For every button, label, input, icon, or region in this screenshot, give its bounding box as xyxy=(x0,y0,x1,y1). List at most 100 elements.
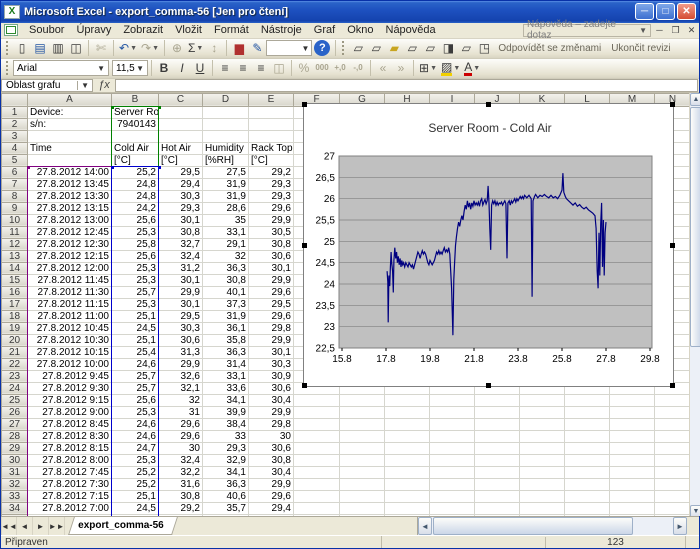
percent-style-icon[interactable]: % xyxy=(295,59,313,77)
cell-A8[interactable]: 27.8.2012 13:30 xyxy=(28,190,112,202)
cell-A21[interactable]: 27.8.2012 10:15 xyxy=(28,346,112,358)
cell-C34[interactable]: 29,2 xyxy=(159,502,203,514)
cell-H31[interactable] xyxy=(385,466,430,478)
comma-style-icon[interactable]: 000 xyxy=(313,59,331,77)
reviewing-icon-8[interactable]: ◳ xyxy=(475,39,493,57)
cell-A16[interactable]: 27.8.2012 11:30 xyxy=(28,286,112,298)
chart-wizard-icon[interactable]: ▆ xyxy=(230,39,248,57)
cell-C7[interactable]: 29,4 xyxy=(159,178,203,190)
cell-C14[interactable]: 31,2 xyxy=(159,262,203,274)
align-right-icon[interactable]: ≡ xyxy=(252,59,270,77)
cell-M28[interactable] xyxy=(610,430,655,442)
autosum-icon[interactable]: Σ▼ xyxy=(186,39,205,57)
cell-D9[interactable]: 28,6 xyxy=(203,202,249,214)
cell-E16[interactable]: 29,6 xyxy=(249,286,294,298)
cell-B9[interactable]: 24,2 xyxy=(112,202,159,214)
cell-I25[interactable] xyxy=(430,394,475,406)
cell-B5[interactable]: [°C] xyxy=(112,154,159,166)
cell-G35[interactable] xyxy=(340,514,385,516)
cell-F28[interactable] xyxy=(294,430,340,442)
cell-E5[interactable]: [°C] xyxy=(249,154,294,166)
chart-resize-handle[interactable] xyxy=(302,102,307,107)
redo-icon[interactable]: ↷▼ xyxy=(139,39,161,57)
row-header-10[interactable]: 10 xyxy=(2,214,28,226)
cell-M34[interactable] xyxy=(610,502,655,514)
reviewing-icon-1[interactable]: ▱ xyxy=(349,39,367,57)
cell-B33[interactable]: 25,1 xyxy=(112,490,159,502)
cell-L25[interactable] xyxy=(565,394,610,406)
cell-M31[interactable] xyxy=(610,466,655,478)
cell-K27[interactable] xyxy=(520,418,565,430)
cell-E34[interactable]: 29,4 xyxy=(249,502,294,514)
cell-N28[interactable] xyxy=(655,430,691,442)
cell-L26[interactable] xyxy=(565,406,610,418)
cell-C19[interactable]: 30,3 xyxy=(159,322,203,334)
row-header-5[interactable]: 5 xyxy=(2,154,28,166)
help-button[interactable]: ? xyxy=(312,39,332,57)
cell-C21[interactable]: 31,3 xyxy=(159,346,203,358)
close-button[interactable]: ✕ xyxy=(677,3,696,20)
cell-F29[interactable] xyxy=(294,442,340,454)
cell-D25[interactable]: 34,1 xyxy=(203,394,249,406)
cell-G34[interactable] xyxy=(340,502,385,514)
cell-A2[interactable]: s/n: xyxy=(28,118,112,130)
cell-A28[interactable]: 27.8.2012 8:30 xyxy=(28,430,112,442)
cell-D32[interactable]: 36,3 xyxy=(203,478,249,490)
cell-D4[interactable]: Humidity xyxy=(203,142,249,154)
cell-N29[interactable] xyxy=(655,442,691,454)
cell-D12[interactable]: 29,1 xyxy=(203,238,249,250)
maximize-button[interactable]: □ xyxy=(656,3,675,20)
cell-B17[interactable]: 25,3 xyxy=(112,298,159,310)
cell-C24[interactable]: 32,1 xyxy=(159,382,203,394)
cell-D3[interactable] xyxy=(203,130,249,142)
fill-color-icon[interactable]: ▨▼ xyxy=(439,59,462,77)
new-icon[interactable]: ▯ xyxy=(13,39,31,57)
cell-A9[interactable]: 27.8.2012 13:15 xyxy=(28,202,112,214)
cell-E9[interactable]: 29,6 xyxy=(249,202,294,214)
cell-H25[interactable] xyxy=(385,394,430,406)
horizontal-scroll-thumb[interactable] xyxy=(433,517,633,535)
cell-I31[interactable] xyxy=(430,466,475,478)
chart-resize-handle[interactable] xyxy=(486,383,491,388)
cell-A18[interactable]: 27.8.2012 11:00 xyxy=(28,310,112,322)
cell-D5[interactable]: [%RH] xyxy=(203,154,249,166)
row-header-34[interactable]: 34 xyxy=(2,502,28,514)
drawing-icon[interactable]: ✎ xyxy=(248,39,266,57)
cell-N35[interactable] xyxy=(655,514,691,516)
cell-C6[interactable]: 29,5 xyxy=(159,166,203,178)
scroll-up-button[interactable]: ▲ xyxy=(690,93,700,106)
cell-C31[interactable]: 32,2 xyxy=(159,466,203,478)
cell-K30[interactable] xyxy=(520,454,565,466)
cell-D22[interactable]: 31,4 xyxy=(203,358,249,370)
increase-decimal-icon[interactable]: +,0 xyxy=(331,59,349,77)
cell-C20[interactable]: 30,6 xyxy=(159,334,203,346)
cell-B28[interactable]: 24,6 xyxy=(112,430,159,442)
cell-I28[interactable] xyxy=(430,430,475,442)
chart-resize-handle[interactable] xyxy=(670,243,675,248)
vertical-scroll-thumb[interactable] xyxy=(690,107,700,347)
cell-D6[interactable]: 27,5 xyxy=(203,166,249,178)
cell-E12[interactable]: 30,8 xyxy=(249,238,294,250)
cell-C32[interactable]: 31,6 xyxy=(159,478,203,490)
workbook-minimize-button[interactable]: ─ xyxy=(652,24,667,37)
cell-E4[interactable]: Rack Top xyxy=(249,142,294,154)
cell-L35[interactable] xyxy=(565,514,610,516)
chart-resize-handle[interactable] xyxy=(670,383,675,388)
row-header-33[interactable]: 33 xyxy=(2,490,28,502)
row-header-35[interactable]: 35 xyxy=(2,514,28,516)
cell-D11[interactable]: 33,1 xyxy=(203,226,249,238)
minimize-button[interactable]: ─ xyxy=(635,3,654,20)
cell-H32[interactable] xyxy=(385,478,430,490)
cell-B10[interactable]: 25,6 xyxy=(112,214,159,226)
cell-A5[interactable] xyxy=(28,154,112,166)
cell-N33[interactable] xyxy=(655,490,691,502)
reviewing-icon-7[interactable]: ▱ xyxy=(457,39,475,57)
cell-J28[interactable] xyxy=(475,430,520,442)
cell-C2[interactable] xyxy=(159,118,203,130)
cell-J32[interactable] xyxy=(475,478,520,490)
cell-A24[interactable]: 27.8.2012 9:30 xyxy=(28,382,112,394)
cell-D29[interactable]: 29,3 xyxy=(203,442,249,454)
first-sheet-button[interactable]: ◄◄ xyxy=(1,517,17,535)
cell-B14[interactable]: 25,3 xyxy=(112,262,159,274)
cell-A33[interactable]: 27.8.2012 7:15 xyxy=(28,490,112,502)
